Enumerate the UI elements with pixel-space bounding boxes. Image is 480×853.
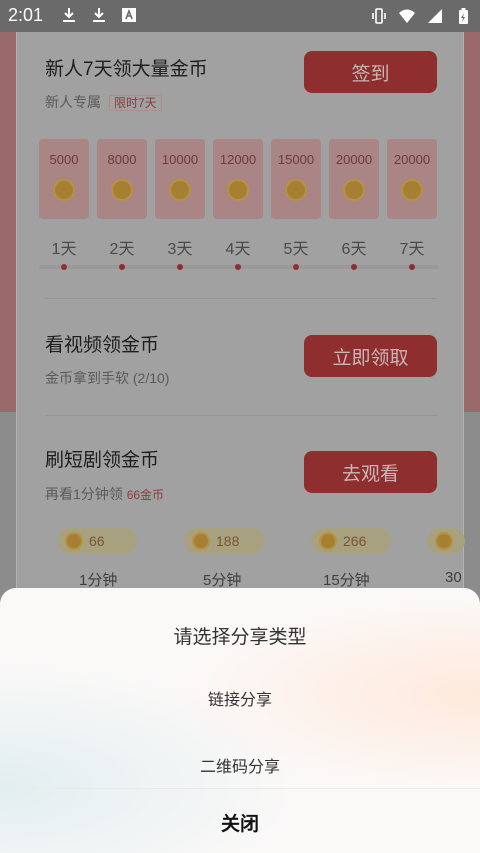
divider xyxy=(45,415,437,416)
signal-icon xyxy=(428,9,442,23)
download-icon xyxy=(93,8,105,22)
reward-pill: 266 xyxy=(311,528,391,554)
battery-charging-icon xyxy=(459,8,468,24)
signin-title: 新人7天领大量金币 xyxy=(45,59,208,80)
day-tile[interactable]: 20000 xyxy=(329,139,379,219)
go-watch-button[interactable]: 去观看 xyxy=(304,451,437,493)
progress-dot xyxy=(61,264,67,270)
day-label: 1天 xyxy=(51,241,77,258)
day-tile[interactable]: 5000 xyxy=(39,139,89,219)
progress-dot xyxy=(409,264,415,270)
font-icon xyxy=(122,8,136,22)
reward-pill xyxy=(427,528,465,554)
signin-progress-track xyxy=(39,264,439,270)
day-tile[interactable]: 20000 xyxy=(387,139,437,219)
coin-icon xyxy=(227,179,249,201)
day-label: 4天 xyxy=(225,241,251,258)
coin-icon xyxy=(319,532,337,550)
day-coins: 12000 xyxy=(219,152,257,167)
progress-dot xyxy=(351,264,357,270)
reward-value: 188 xyxy=(216,533,240,549)
reward-value: 66 xyxy=(89,533,105,549)
signin-subtitle: 新人专属 限时7天 xyxy=(45,92,162,112)
progress-dot xyxy=(119,264,125,270)
claim-now-button[interactable]: 立即领取 xyxy=(304,335,437,377)
day-tile[interactable]: 15000 xyxy=(271,139,321,219)
reward-pill: 66 xyxy=(57,528,137,554)
coin-icon xyxy=(192,532,210,550)
close-button[interactable]: 关闭 xyxy=(0,809,480,836)
vibrate-icon xyxy=(372,8,386,24)
day-tile[interactable]: 10000 xyxy=(155,139,205,219)
limited-tag: 限时7天 xyxy=(109,95,162,111)
day-label: 7天 xyxy=(399,241,425,258)
day-label: 5天 xyxy=(283,241,309,258)
day-label: 2天 xyxy=(109,241,135,258)
drama-subtitle-text: 再看1分钟领 xyxy=(45,486,127,502)
progress-dot xyxy=(293,264,299,270)
video-task-title: 看视频领金币 xyxy=(45,335,160,356)
share-type-sheet: 请选择分享类型 链接分享 二维码分享 关闭 xyxy=(0,588,480,853)
day-coins: 15000 xyxy=(277,152,315,167)
status-time: 2:01 xyxy=(8,5,44,25)
reward-pill: 188 xyxy=(184,528,264,554)
day-label: 3天 xyxy=(167,241,193,258)
day-label: 6天 xyxy=(341,241,367,258)
progress-dot xyxy=(235,264,241,270)
reward-minutes-label: 5分钟 xyxy=(203,572,242,589)
qrcode-share-option[interactable]: 二维码分享 xyxy=(0,753,480,777)
coin-icon xyxy=(285,179,307,201)
download-icon xyxy=(63,8,75,22)
sheet-divider xyxy=(0,788,480,789)
day-coins: 10000 xyxy=(161,152,199,167)
wifi-icon xyxy=(399,9,415,23)
reward-minutes-label: 30 xyxy=(445,569,462,586)
divider xyxy=(45,298,437,299)
sheet-title: 请选择分享类型 xyxy=(173,627,307,648)
coin-icon xyxy=(111,179,133,201)
day-coins: 20000 xyxy=(393,152,431,167)
task-card: 新人7天领大量金币 新人专属 限时7天 签到 5000 8000 10000 12… xyxy=(16,32,465,632)
video-task-subtitle: 金币拿到手软 (2/10) xyxy=(45,370,170,386)
page-side-decoration xyxy=(0,32,16,412)
day-coins: 5000 xyxy=(49,152,79,167)
reward-value: 266 xyxy=(343,533,367,549)
drama-task-subtitle: 再看1分钟领 66金币 xyxy=(45,484,164,504)
day-tile[interactable]: 8000 xyxy=(97,139,147,219)
coin-icon xyxy=(401,179,423,201)
link-share-option[interactable]: 链接分享 xyxy=(0,686,480,710)
day-tile[interactable]: 12000 xyxy=(213,139,263,219)
coin-icon xyxy=(53,179,75,201)
coin-icon xyxy=(435,532,453,550)
drama-subtitle-highlight: 66金币 xyxy=(126,488,165,502)
coin-icon xyxy=(65,532,83,550)
reward-minutes-label: 1分钟 xyxy=(79,572,118,589)
page-side-decoration xyxy=(464,32,480,412)
reward-minutes-label: 15分钟 xyxy=(323,572,370,589)
drama-task-title: 刷短剧领金币 xyxy=(45,450,160,471)
status-bar: 2:01 xyxy=(0,0,480,32)
signin-subtitle-text: 新人专属 xyxy=(45,94,101,110)
signin-button[interactable]: 签到 xyxy=(304,51,437,93)
coin-icon xyxy=(343,179,365,201)
day-coins: 8000 xyxy=(107,152,137,167)
coin-icon xyxy=(169,179,191,201)
progress-dot xyxy=(177,264,183,270)
day-coins: 20000 xyxy=(335,152,373,167)
